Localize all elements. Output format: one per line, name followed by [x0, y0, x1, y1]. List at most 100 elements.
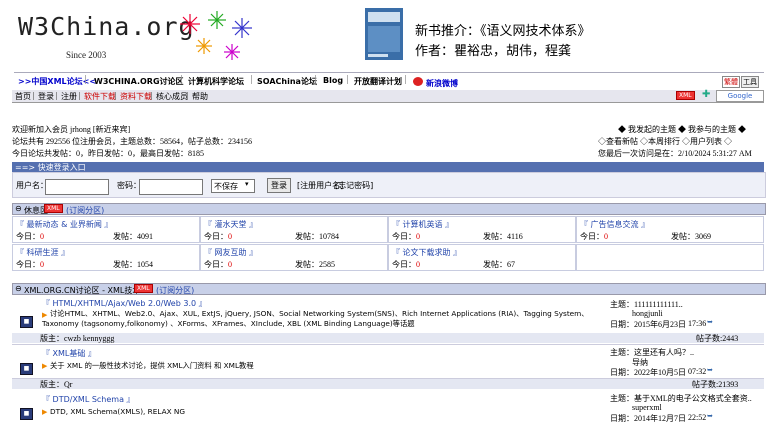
username-input[interactable] — [45, 179, 109, 195]
board-posts: 发帖：1054 — [113, 260, 153, 269]
quick-links[interactable]: ◇查看新帖 ◇本周排行 ◇用户列表 ◇ — [598, 136, 732, 147]
collapse-icon[interactable]: ⊖ — [15, 204, 22, 213]
board-today: 今日：0 — [580, 232, 608, 241]
xml-section-bar[interactable]: ⊖ XML.ORG.CN讨论区 - XML技术 XML (订阅分区) — [12, 283, 766, 295]
book-authors: 作者：瞿裕忠，胡伟，程龚 — [415, 44, 572, 59]
quick-login-bar[interactable]: ==> 快速登录入口 — [12, 162, 764, 172]
leisure-subscribe-link[interactable]: (订阅分区) — [66, 205, 104, 216]
book-title-link[interactable]: 新书推介：《语义网技术体系》 — [415, 20, 591, 39]
xml-icon[interactable]: XML — [44, 204, 63, 213]
theme-switch-button[interactable]: 繁體 — [722, 76, 740, 88]
board-today: 今日：0 — [392, 260, 420, 269]
nav-open-translation[interactable]: 开放翻译计划 — [354, 76, 402, 87]
menu-register[interactable]: 注册 — [61, 91, 77, 102]
site-logo[interactable]: W3China.org — [18, 12, 195, 41]
forum-title[interactable]: 『 DTD/XML Schema 』 — [42, 394, 135, 405]
menu-docs-download[interactable]: 资料下载 — [120, 91, 152, 102]
board-posts: 发帖：2585 — [295, 260, 335, 269]
login-button[interactable]: 登录 — [267, 178, 291, 193]
password-input[interactable] — [139, 179, 203, 195]
last-post-time: 07:32 — [688, 367, 707, 376]
menu-login[interactable]: 登录 — [38, 91, 54, 102]
board-title[interactable]: 『 论文下载求助 』 — [392, 247, 461, 258]
nav-cs-forum[interactable]: 计算机科学论坛 — [188, 76, 244, 87]
board-posts: 发帖：3069 — [671, 232, 711, 241]
leisure-section-bar[interactable]: ⊖ 休息区 XML (订阅分区) — [12, 203, 766, 215]
moderator-bar: 版主：cwzb kennyggg 帖子数:2443 — [12, 333, 764, 343]
forum-title[interactable]: 『 HTML/XHTML/Ajax/Web 2.0/Web 3.0 』 — [42, 298, 207, 309]
board-cell[interactable]: 『 科研生涯 』 今日：0 发帖：1054 — [12, 244, 200, 271]
go-to-post-icon[interactable]: ➥ — [707, 412, 713, 420]
xml-section-title[interactable]: XML.ORG.CN讨论区 - XML技术 — [24, 285, 140, 296]
my-topics-links[interactable]: ◆ 我发起的主题 ◆ 我参与的主题 ◆ — [618, 124, 746, 135]
forum-desc-line1: 关于 XML 的一般性技术讨论，提供 XML入门资料 和 XML教程 — [50, 361, 254, 370]
last-post-author[interactable]: superxml — [632, 403, 662, 412]
board-posts: 发帖：4116 — [483, 232, 523, 241]
nav-w3china-forum[interactable]: W3CHINA.ORG讨论区 — [94, 76, 184, 87]
board-title[interactable]: 『 广告信息交流 』 — [580, 219, 649, 230]
board-title[interactable]: 『 灌水天堂 』 — [204, 219, 257, 230]
forum-title[interactable]: 『 XML基础 』 — [42, 348, 96, 359]
xml-rss-icon[interactable]: XML — [676, 91, 695, 100]
board-cell[interactable]: 『 论文下载求助 』 今日：0 发帖：67 — [388, 244, 576, 271]
remember-select[interactable]: 不保存 ▾ — [211, 179, 255, 193]
forum-desc-line1: 讨论HTML、XHTML、Web2.0、Ajax、XUL, ExtJS, jQu… — [50, 309, 589, 318]
forum-icon: ■ — [20, 316, 33, 328]
forum-icon: ■ — [20, 363, 33, 375]
board-today: 今日：0 — [16, 260, 44, 269]
board-today: 今日：0 — [392, 232, 420, 241]
xml-subscribe-link[interactable]: (订阅分区) — [156, 285, 194, 296]
nav-blog[interactable]: Blog — [323, 76, 343, 85]
arrow-icon: ▶ — [42, 311, 48, 319]
xml-icon[interactable]: XML — [134, 284, 153, 293]
last-post-author[interactable]: hongjunli — [632, 309, 663, 318]
forum-row[interactable]: ■ 『 DTD/XML Schema 』 ▶ DTD, XML Schema(X… — [12, 391, 764, 423]
forum-moderators[interactable]: 版主：cwzb kennyggg — [40, 333, 114, 344]
menu-help[interactable]: 帮助 — [192, 91, 208, 102]
forum-post-count: 帖子数:21393 — [692, 380, 739, 389]
forum-desc-line2: Taxonomy (tagsonomy,folkonomy) 、XForms、X… — [42, 319, 415, 328]
last-post-subject[interactable]: 主题：这里还有人吗？.. — [610, 347, 694, 358]
welcome-text: 欢迎新加入会员 jrhong [新近来宾] — [12, 125, 131, 134]
forum-row[interactable]: ■ 『 XML基础 』 ▶ 关于 XML 的一般性技术讨论，提供 XML入门资料… — [12, 345, 764, 379]
menu-bar: 首页 | 登录 | 注册 | 软件下载 | 资料下载 | 核心成员 | 帮助 X… — [12, 90, 764, 103]
last-post-date: 日期：2022年10月5日 — [610, 368, 686, 377]
chevron-down-icon: ▾ — [245, 180, 249, 188]
weibo-icon[interactable] — [413, 77, 423, 86]
menu-core-members[interactable]: 核心成员 — [156, 91, 188, 102]
menu-software-download[interactable]: 软件下载 — [84, 91, 116, 102]
moderator-bar: 版主：Qr 帖子数:21393 — [12, 379, 764, 389]
nav-weibo[interactable]: 新浪微博 — [426, 78, 458, 89]
forgot-password-link[interactable]: [忘记密码] — [335, 180, 373, 191]
fireworks-image — [180, 11, 252, 60]
menu-home[interactable]: 首页 — [15, 91, 31, 102]
board-cell[interactable]: 『 最新动态 & 业界新闻 』 今日：0 发帖：4091 — [12, 216, 200, 243]
tools-button[interactable]: 工具 — [741, 76, 759, 88]
go-to-post-icon[interactable]: ➥ — [707, 366, 713, 374]
remember-value: 不保存 — [214, 182, 238, 191]
google-search-button[interactable]: Google — [716, 90, 764, 102]
forum-post-count: 帖子数:2443 — [696, 334, 739, 343]
collapse-icon[interactable]: ⊖ — [15, 284, 22, 293]
top-navigation-bar: >>中国XML论坛<< | W3CHINA.ORG讨论区 | 计算机科学论坛 |… — [14, 72, 764, 91]
board-title[interactable]: 『 最新动态 & 业界新闻 』 — [16, 219, 112, 230]
forum-moderators[interactable]: 版主：Qr — [40, 379, 72, 390]
board-title[interactable]: 『 网友互助 』 — [204, 247, 257, 258]
last-post-date: 日期：2014年12月7日 — [610, 414, 686, 423]
board-today: 今日：0 — [204, 260, 232, 269]
board-cell[interactable]: 『 网友互助 』 今日：0 发帖：2585 — [200, 244, 388, 271]
board-cell[interactable]: 『 灌水天堂 』 今日：0 发帖：10784 — [200, 216, 388, 243]
last-post-date: 日期：2015年6月23日 — [610, 320, 686, 329]
book-cover-image[interactable] — [365, 8, 403, 60]
arrow-icon: ▶ — [42, 362, 48, 370]
forum-stats: 论坛共有 292556 位注册会员，主题总数：58564，帖子总数：234156 — [12, 137, 252, 146]
go-to-post-icon[interactable]: ➥ — [707, 318, 713, 326]
add-plus-icon[interactable]: ✚ — [702, 90, 712, 100]
nav-soachina-forum[interactable]: SOAChina论坛 — [257, 76, 317, 87]
board-cell[interactable]: 『 计算机英语 』 今日：0 发帖：4116 — [388, 216, 576, 243]
board-title[interactable]: 『 计算机英语 』 — [392, 219, 453, 230]
board-title[interactable]: 『 科研生涯 』 — [16, 247, 69, 258]
board-cell[interactable]: 『 广告信息交流 』 今日：0 发帖：3069 — [576, 216, 764, 243]
forum-icon: ■ — [20, 408, 33, 420]
username-label: 用户名： — [16, 181, 48, 190]
